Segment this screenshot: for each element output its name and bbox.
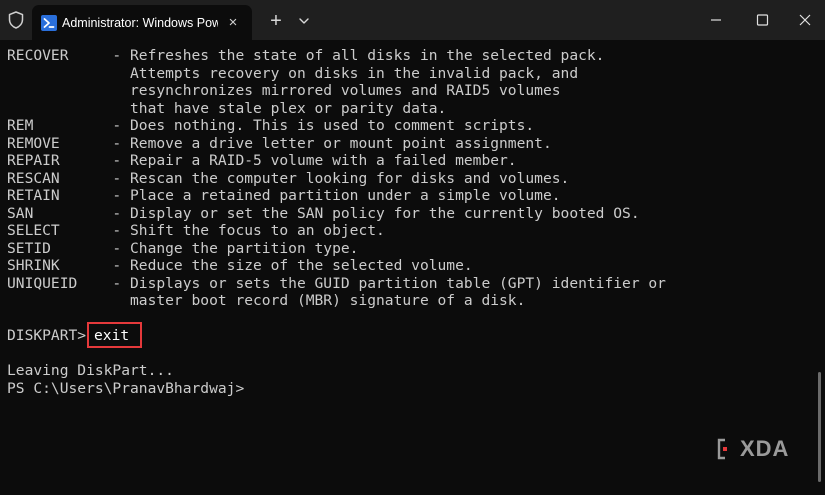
terminal-line: Attempts recovery on disks in the invali…: [7, 64, 579, 82]
chevron-down-icon[interactable]: [292, 9, 316, 33]
terminal-line: SAN - Display or set the SAN policy for …: [7, 204, 640, 222]
terminal-line: master boot record (MBR) signature of a …: [7, 292, 526, 309]
leaving-diskpart-text: Leaving DiskPart...: [7, 362, 174, 379]
shield-icon: [8, 11, 24, 29]
diskpart-prompt: DISKPART>: [7, 327, 87, 344]
plus-icon[interactable]: +: [264, 9, 288, 33]
powershell-prompt: PS C:\Users\PranavBhardwaj>: [7, 379, 245, 397]
terminal-line: that have stale plex or parity data.: [7, 99, 447, 117]
xda-watermark-text: XDA: [740, 436, 790, 461]
maximize-icon[interactable]: [739, 0, 785, 40]
minimize-icon[interactable]: [693, 0, 739, 40]
close-icon[interactable]: ×: [222, 12, 244, 34]
terminal-line: RECOVER - Refreshes the state of all dis…: [7, 47, 605, 64]
close-window-icon[interactable]: [785, 0, 825, 40]
title-bar: Administrator: Windows Powe × +: [0, 0, 825, 40]
terminal-line: SHRINK - Reduce the size of the selected…: [7, 257, 473, 274]
terminal-line: UNIQUEID - Displays or sets the GUID par…: [7, 274, 666, 292]
terminal-output[interactable]: RECOVER - Refreshes the state of all dis…: [0, 40, 825, 495]
powershell-icon: [41, 15, 57, 31]
terminal-line: REM - Does nothing. This is used to comm…: [7, 117, 535, 134]
xda-logo-icon: [717, 438, 727, 460]
terminal-line: REMOVE - Remove a drive letter or mount …: [7, 134, 552, 152]
terminal-line: SETID - Change the partition type.: [7, 239, 359, 257]
terminal-line: RETAIN - Place a retained partition unde…: [7, 187, 561, 204]
terminal-line: REPAIR - Repair a RAID-5 volume with a f…: [7, 152, 517, 169]
tab-title: Administrator: Windows Powe: [62, 16, 218, 30]
terminal-line: RESCAN - Rescan the computer looking for…: [7, 169, 570, 187]
terminal-line: SELECT - Shift the focus to an object.: [7, 222, 385, 239]
exit-command: exit: [94, 327, 130, 344]
terminal-line: resynchronizes mirrored volumes and RAID…: [7, 82, 561, 99]
tab-administrator-powershell[interactable]: Administrator: Windows Powe ×: [32, 5, 252, 40]
scrollbar[interactable]: [818, 372, 821, 482]
